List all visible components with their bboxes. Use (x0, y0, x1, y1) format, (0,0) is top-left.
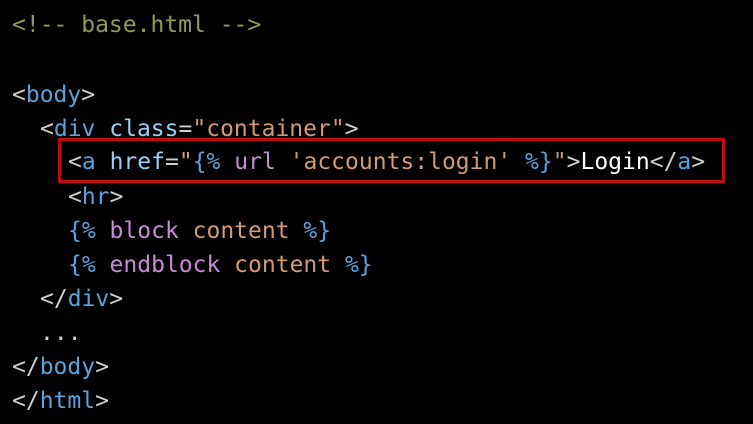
quote: " (552, 149, 567, 175)
bracket: </ (12, 354, 40, 380)
bracket: > (95, 354, 109, 380)
template-tag-close: %} (289, 218, 332, 244)
tag-name: body (39, 354, 96, 380)
ellipsis: ... (40, 320, 82, 346)
attribute-name: href (109, 149, 165, 175)
bracket: > (566, 149, 581, 175)
tag-name: html (39, 388, 96, 414)
code-line-3: <body> (12, 80, 95, 110)
quote: " (178, 149, 193, 175)
tag-name: a (677, 149, 692, 175)
code-line-12: </html> (12, 386, 109, 416)
bracket: < (12, 82, 26, 108)
bracket: </ (649, 149, 678, 175)
bracket: > (344, 116, 359, 142)
attribute-name: class (109, 116, 179, 142)
template-argument: content (220, 252, 332, 278)
code-line-7: {% block content %} (68, 216, 331, 246)
bracket: > (81, 82, 96, 108)
bracket: > (95, 388, 109, 414)
code-line-4: <div class="container"> (40, 114, 359, 144)
bracket: > (109, 286, 124, 312)
bracket: > (691, 149, 706, 175)
code-line-5: <a href="{% url 'accounts:login' %}">Log… (68, 147, 705, 177)
template-keyword: block (95, 218, 179, 244)
tag-name: div (67, 286, 110, 312)
equals-sign: = (164, 149, 179, 175)
tag-name: a (81, 149, 96, 175)
bracket: < (68, 184, 82, 210)
bracket: > (109, 184, 124, 210)
html-comment: <!-- base.html --> (12, 12, 262, 38)
tag-name: body (25, 82, 82, 108)
template-keyword: url (220, 149, 290, 175)
bracket: < (68, 149, 82, 175)
bracket: </ (12, 388, 40, 414)
code-line-9: </div> (40, 284, 123, 314)
template-argument: content (178, 218, 290, 244)
code-line-11: </body> (12, 352, 109, 382)
code-line-1: <!-- base.html --> (12, 10, 261, 40)
tag-name: div (53, 116, 96, 142)
template-tag-close: %} (331, 252, 373, 278)
code-line-10: ... (40, 318, 82, 348)
equals-sign: = (178, 116, 193, 142)
template-tag-open: {% (68, 252, 96, 278)
tag-name: hr (81, 184, 110, 210)
code-line-8: {% endblock content %} (68, 250, 373, 280)
bracket: </ (40, 286, 68, 312)
template-tag-open: {% (68, 218, 96, 244)
template-argument: 'accounts:login' (289, 149, 512, 175)
template-tag-close: %} (511, 149, 553, 175)
template-tag-open: {% (192, 149, 221, 175)
attribute-value: "container" (192, 116, 345, 142)
link-text: Login (580, 149, 650, 175)
code-line-6: <hr> (68, 182, 123, 212)
template-keyword: endblock (95, 252, 221, 278)
bracket: < (40, 116, 54, 142)
code-editor-panel: <!-- base.html --> <body> <div class="co… (0, 0, 753, 424)
